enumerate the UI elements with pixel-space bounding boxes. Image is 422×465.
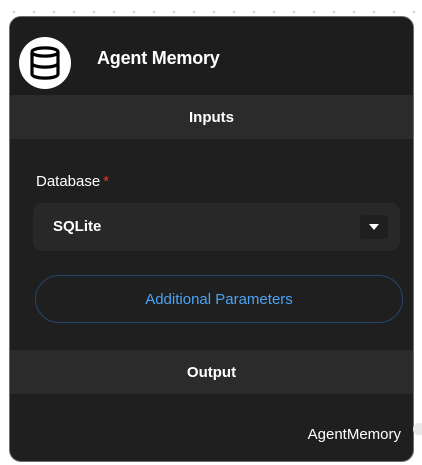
- database-label: Database *: [36, 173, 109, 190]
- node-header[interactable]: Agent Memory: [10, 17, 413, 95]
- database-select[interactable]: SQLite: [33, 203, 400, 251]
- canvas-grid: [0, 0, 422, 16]
- output-connection-handle[interactable]: [413, 423, 422, 435]
- database-label-text: Database: [36, 173, 101, 190]
- node-title: Agent Memory: [97, 48, 220, 68]
- database-select-value: SQLite: [53, 218, 102, 235]
- output-agent-memory-label: AgentMemory: [307, 426, 401, 443]
- inputs-section-header: Inputs: [10, 95, 413, 139]
- caret-down-icon: [369, 224, 379, 230]
- additional-parameters-button[interactable]: Additional Parameters: [35, 275, 403, 323]
- database-icon-svg: [30, 46, 60, 80]
- dropdown-toggle[interactable]: [360, 215, 388, 239]
- agent-memory-node[interactable]: Agent Memory Inputs Database * SQLite Add…: [9, 16, 414, 462]
- output-section-header: Output: [10, 350, 413, 394]
- flow-canvas: Agent Memory Inputs Database * SQLite Add…: [0, 0, 422, 465]
- required-indicator: *: [103, 173, 110, 190]
- database-icon: [19, 37, 71, 89]
